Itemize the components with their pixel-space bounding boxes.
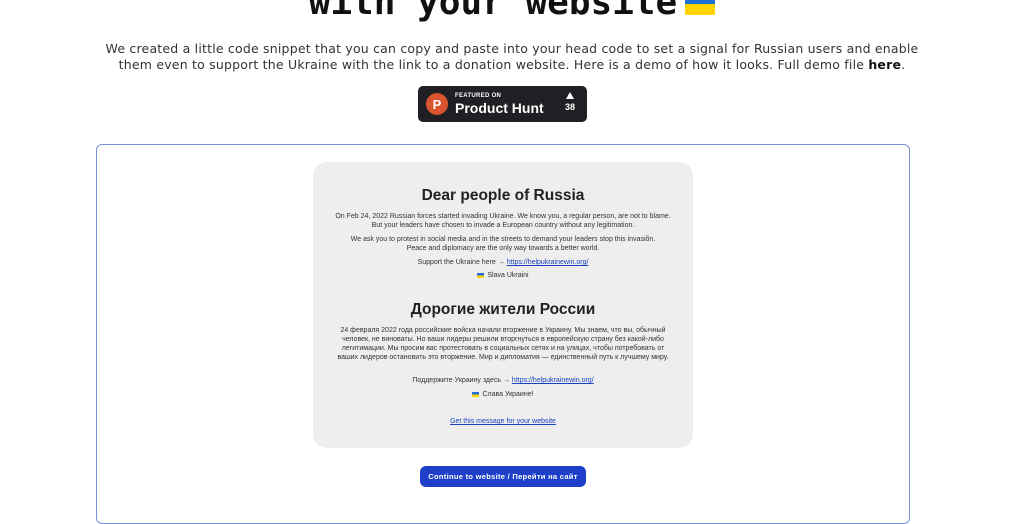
product-hunt-logo-icon: P <box>426 93 448 115</box>
ukraine-flag-icon <box>472 391 480 397</box>
russian-donation-link[interactable]: https://helpukrainewin.org/ <box>512 377 594 384</box>
english-paragraph-1: On Feb 24, 2022 Russian forces started i… <box>335 213 671 229</box>
english-heading: Dear people of Russia <box>421 187 585 204</box>
product-hunt-featured: FEATURED ON <box>455 92 502 99</box>
product-hunt-text: FEATURED ON Product Hunt <box>455 93 544 116</box>
russian-paragraph: 24 февраля 2022 года российские войска н… <box>337 327 669 361</box>
russia-message-card: Dear people of Russia On Feb 24, 2022 Ru… <box>313 162 693 448</box>
ukraine-flag-icon <box>685 0 716 15</box>
product-hunt-badge[interactable]: P FEATURED ON Product Hunt 38 <box>418 86 587 122</box>
intro-paragraph: We created a little code snippet that yo… <box>100 41 924 73</box>
upvote-arrow-icon <box>565 92 574 99</box>
product-hunt-votes: 38 <box>565 92 575 112</box>
russian-heading: Дорогие жители России <box>410 301 596 318</box>
full-demo-link[interactable]: here <box>868 57 901 72</box>
english-support-text: Support the Ukraine here → <box>417 259 507 266</box>
russian-support-text: Поддержите Украину здесь → <box>412 377 512 384</box>
intro-text: We created a little code snippet that yo… <box>105 41 919 72</box>
english-paragraph-2: We ask you to protest in social media an… <box>350 236 656 252</box>
english-slava-line: Slava Ukraini <box>313 271 693 280</box>
product-hunt-name: Product Hunt <box>455 99 544 116</box>
russian-slava: Слава Украине! <box>482 391 534 398</box>
intro-trail: . <box>901 57 906 72</box>
russian-slava-line: Слава Украине! <box>313 390 693 399</box>
get-message-line: Get this message for your website <box>313 417 693 426</box>
vote-count: 38 <box>564 102 575 112</box>
continue-button[interactable]: Continue to website / Перейти на сайт <box>420 466 586 487</box>
english-donation-link[interactable]: https://helpukrainewin.org/ <box>507 259 589 266</box>
english-support-line: Support the Ukraine here → https://helpu… <box>313 258 693 267</box>
ukraine-flag-icon <box>477 272 485 278</box>
russian-support-line: Поддержите Украину здесь → https://helpu… <box>313 376 693 385</box>
hero-title-text: with your website <box>308 0 678 23</box>
hero-title: with your website <box>0 0 1024 23</box>
english-slava: Slava Ukraini <box>487 272 529 279</box>
get-message-link[interactable]: Get this message for your website <box>450 418 556 425</box>
